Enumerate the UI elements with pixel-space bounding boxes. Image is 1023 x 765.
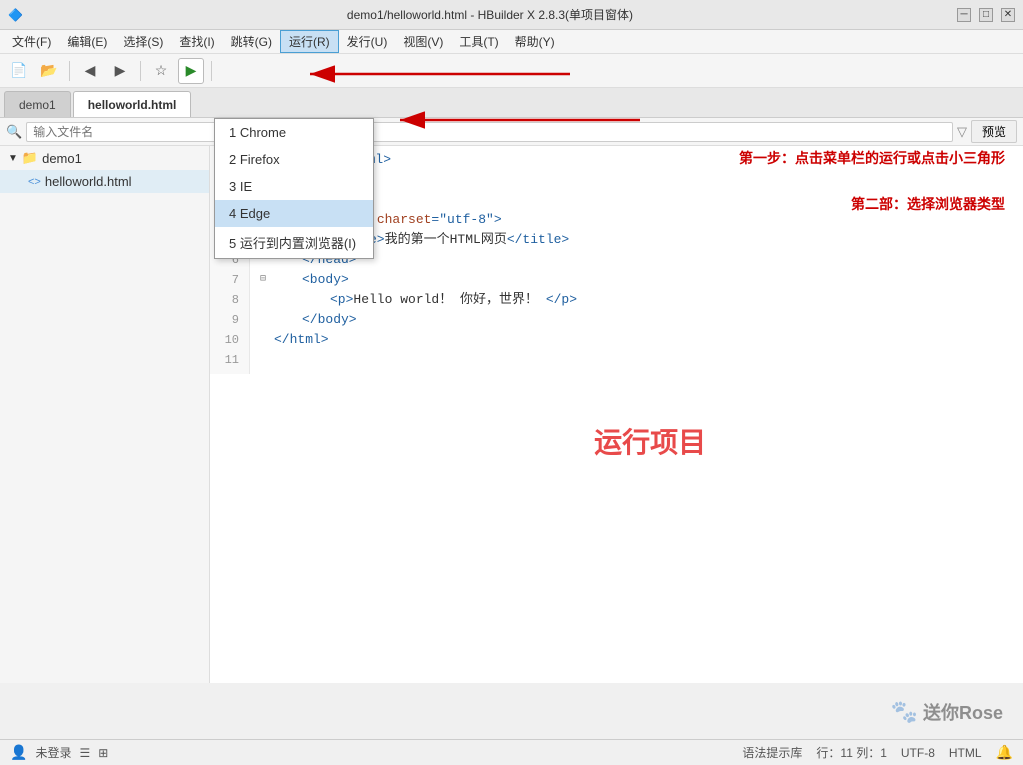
- list-icon: ☰: [79, 746, 90, 760]
- window-title: demo1/helloworld.html - HBuilder X 2.8.3…: [23, 6, 957, 23]
- menu-jump[interactable]: 跳转(G): [223, 31, 280, 52]
- file-name: helloworld.html: [45, 174, 132, 189]
- toolbar-separator-1: [69, 61, 70, 81]
- menu-help[interactable]: 帮助(Y): [507, 31, 563, 52]
- code-line-7: ⊟ <body>: [260, 270, 1013, 290]
- bookmark-button[interactable]: ☆: [148, 58, 174, 84]
- fold-10: [260, 330, 274, 350]
- sidebar: ▼ 📁 demo1 <> helloworld.html: [0, 146, 210, 683]
- search-input[interactable]: [26, 122, 953, 142]
- line-num-11: 11: [210, 350, 245, 370]
- open-file-button[interactable]: 📂: [36, 58, 62, 84]
- status-right: 语法提示库 行：11 列：1 UTF-8 HTML 🔔: [742, 744, 1013, 761]
- center-run-label: 运行项目: [594, 421, 706, 461]
- menu-publish[interactable]: 发行(U): [339, 31, 396, 52]
- line-num-8: 8: [210, 290, 245, 310]
- toolbar-separator-3: [211, 61, 212, 81]
- hint-library: 语法提示库: [742, 744, 802, 761]
- title-bar-left: 🔷: [8, 8, 23, 22]
- browser-dropdown-menu: 1 Chrome 2 Firefox 3 IE 4 Edge 5 运行到内置浏览…: [214, 118, 374, 259]
- close-button[interactable]: ✕: [1001, 8, 1015, 22]
- menu-run[interactable]: 运行(R): [280, 30, 339, 53]
- tabs-row: demo1 helloworld.html: [0, 88, 1023, 118]
- forward-button[interactable]: ▶: [107, 58, 133, 84]
- search-bar: 🔍 ▽ 预览: [0, 118, 1023, 146]
- bell-icon: 🔔: [996, 744, 1013, 761]
- browser-ie[interactable]: 3 IE: [215, 173, 373, 200]
- fold-9: [260, 310, 274, 330]
- toolbar-separator-2: [140, 61, 141, 81]
- app-logo: 🔷: [8, 8, 23, 22]
- code-line-8: <p>Hello world！ 你好，世界！ </p>: [260, 290, 1013, 310]
- window-controls: ─ □ ✕: [957, 8, 1015, 22]
- menu-file[interactable]: 文件(F): [4, 31, 59, 52]
- code-line-9: </body>: [260, 310, 1013, 330]
- filter-icon: ▽: [957, 124, 967, 140]
- fold-8: [260, 290, 274, 310]
- title-bar: 🔷 demo1/helloworld.html - HBuilder X 2.8…: [0, 0, 1023, 30]
- browser-firefox[interactable]: 2 Firefox: [215, 146, 373, 173]
- menu-find[interactable]: 查找(I): [171, 31, 222, 52]
- preview-button[interactable]: 预览: [971, 120, 1017, 143]
- menu-edit[interactable]: 编辑(E): [59, 31, 115, 52]
- toolbar: 📄 📂 ◀ ▶ ☆ ▶: [0, 54, 1023, 88]
- maximize-button[interactable]: □: [979, 8, 993, 22]
- menu-tools[interactable]: 工具(T): [451, 31, 506, 52]
- back-button[interactable]: ◀: [77, 58, 103, 84]
- code-line-10: </html>: [260, 330, 1013, 350]
- folder-icon: 📁: [22, 150, 38, 166]
- browser-builtin[interactable]: 5 运行到内置浏览器(I): [215, 227, 373, 258]
- status-bar: 👤 未登录 ☰ ⊞ 语法提示库 行：11 列：1 UTF-8 HTML 🔔: [0, 739, 1023, 765]
- menu-select[interactable]: 选择(S): [115, 31, 171, 52]
- code-line-11: [260, 350, 1013, 370]
- search-icon: 🔍: [6, 124, 22, 140]
- line-num-9: 9: [210, 310, 245, 330]
- browser-edge[interactable]: 4 Edge: [215, 200, 373, 227]
- main-layout: ▼ 📁 demo1 <> helloworld.html 1 2 3 4 5 6…: [0, 146, 1023, 683]
- sidebar-project-demo1[interactable]: ▼ 📁 demo1: [0, 146, 209, 170]
- encoding: UTF-8: [901, 746, 935, 760]
- file-icon: <>: [28, 176, 41, 188]
- file-type: HTML: [949, 746, 982, 760]
- login-icon: 👤: [10, 744, 27, 761]
- project-name: demo1: [42, 151, 82, 166]
- menu-bar: 文件(F) 编辑(E) 选择(S) 查找(I) 跳转(G) 运行(R) 发行(U…: [0, 30, 1023, 54]
- settings-icon: ⊞: [98, 746, 108, 760]
- line-num-7: 7: [210, 270, 245, 290]
- menu-view[interactable]: 视图(V): [395, 31, 451, 52]
- collapse-icon: ▼: [8, 153, 18, 164]
- watermark: 🐾 送你Rose: [891, 699, 1003, 725]
- cursor-position: 行：11 列：1: [816, 744, 886, 761]
- status-left: 👤 未登录 ☰ ⊞: [10, 744, 108, 761]
- tab-demo1[interactable]: demo1: [4, 91, 71, 117]
- line-num-10: 10: [210, 330, 245, 350]
- browser-chrome[interactable]: 1 Chrome: [215, 119, 373, 146]
- fold-7: ⊟: [260, 270, 274, 290]
- minimize-button[interactable]: ─: [957, 8, 971, 22]
- new-file-button[interactable]: 📄: [6, 58, 32, 84]
- fold-11: [260, 350, 274, 370]
- run-button[interactable]: ▶: [178, 58, 204, 84]
- tab-helloworld[interactable]: helloworld.html: [73, 91, 192, 117]
- login-status[interactable]: 未登录: [35, 744, 71, 761]
- sidebar-file-helloworld[interactable]: <> helloworld.html: [0, 170, 209, 193]
